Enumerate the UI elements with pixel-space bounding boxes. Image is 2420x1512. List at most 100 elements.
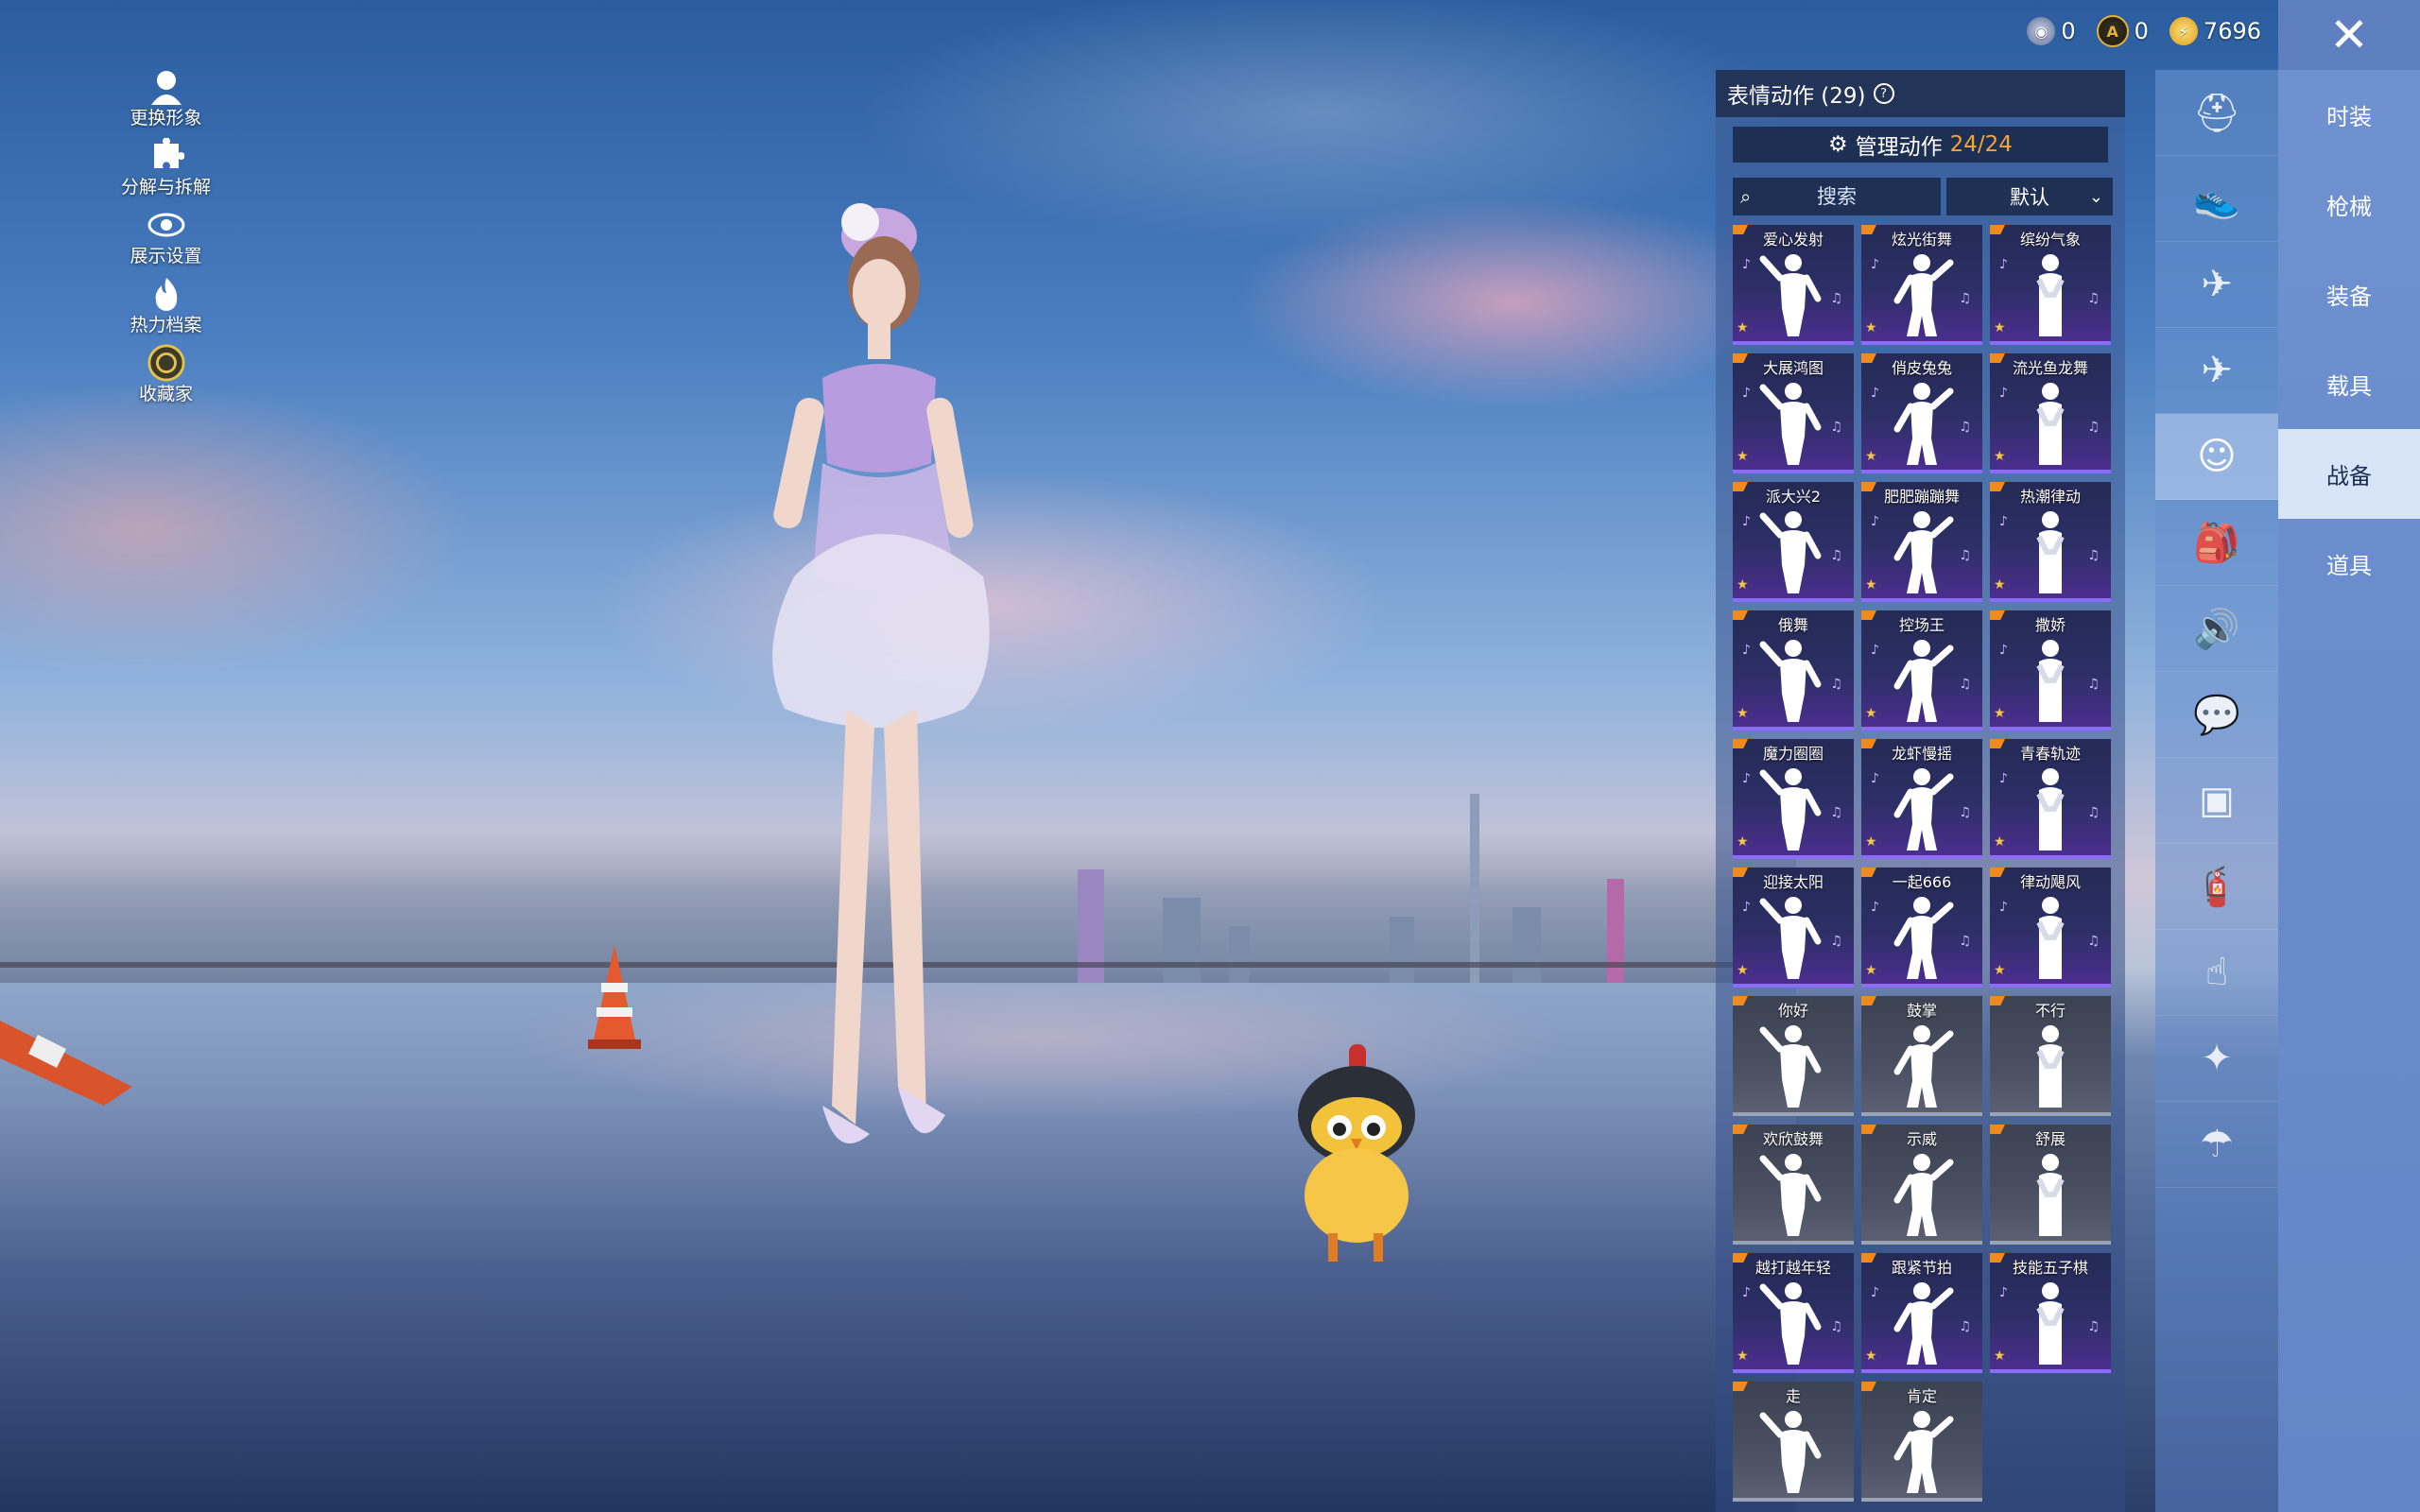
subcategory-icon-rail: ⛑ 👟 ✈ ✈ ☺ 🎒 🔊 💬 ▣ 🧯 ☝ ✦ ☂ (2155, 70, 2278, 1512)
emote-card[interactable]: 迎接太阳 ♪ ♫ ★ (1733, 868, 1854, 988)
emote-card[interactable]: 魔力圈圈 ♪ ♫ ★ (1733, 739, 1854, 859)
star-badge-icon: ★ (1737, 449, 1749, 464)
emote-card[interactable]: 鼓掌 (1861, 996, 1982, 1116)
emote-panel-header: 表情动作 (29) ? (1716, 70, 2125, 117)
emote-figure-icon (2036, 768, 2065, 850)
emote-card[interactable]: 控场王 ♪ ♫ ★ (1861, 610, 1982, 730)
sort-dropdown[interactable]: 默认 ⌄ (1946, 178, 2113, 215)
subcategory-speaker[interactable]: 🔊 (2155, 586, 2278, 672)
close-button[interactable]: ✕ (2278, 0, 2420, 70)
emote-figure-icon (2036, 1154, 2065, 1236)
music-note-icon: ♫ (1830, 934, 1842, 949)
subcategory-gallery[interactable]: ▣ (2155, 758, 2278, 844)
star-badge-icon: ★ (1737, 706, 1749, 721)
emote-card[interactable]: 肯定 (1861, 1382, 1982, 1502)
emote-card[interactable]: 派大兴2 ♪ ♫ ★ (1733, 482, 1854, 602)
music-note-icon: ♫ (2087, 934, 2100, 949)
category-tab[interactable]: 载具 (2278, 339, 2420, 429)
emote-name: 示威 (1906, 1130, 1937, 1148)
star-badge-icon: ★ (1994, 449, 2006, 464)
emote-card[interactable]: 一起666 ♪ ♫ ★ (1861, 868, 1982, 988)
emote-card[interactable]: 缤纷气象 ♪ ♫ ★ (1990, 225, 2111, 345)
emote-name: 越打越年轻 (1754, 1259, 1831, 1277)
emote-card[interactable]: 俄舞 ♪ ♫ ★ (1733, 610, 1854, 730)
category-tab[interactable]: 道具 (2278, 519, 2420, 609)
subcategory-parachute[interactable]: ☂ (2155, 1102, 2278, 1188)
emote-figure-icon (1759, 1282, 1822, 1365)
subcategory-spray[interactable]: 🧯 (2155, 844, 2278, 930)
subcategory-magic-wand[interactable]: ✦ (2155, 1016, 2278, 1102)
emote-card[interactable]: 热潮律动 ♪ ♫ ★ (1990, 482, 2111, 602)
currency-gold[interactable]: A 0 (2096, 15, 2149, 47)
emote-figure-icon (1893, 768, 1954, 850)
currency-silver[interactable]: ◉ 0 (2027, 17, 2076, 45)
emote-card[interactable]: 流光鱼龙舞 ♪ ♫ ★ (1990, 353, 2111, 473)
emote-card[interactable]: 肥肥蹦蹦舞 ♪ ♫ ★ (1861, 482, 1982, 602)
lightning-coin-icon: ⚡ (2169, 17, 2198, 45)
emote-card[interactable]: 爱心发射 ♪ ♫ ★ (1733, 225, 1854, 345)
music-note-icon: ♪ (1742, 514, 1751, 529)
emote-card[interactable]: 青春轨迹 ♪ ♫ ★ (1990, 739, 2111, 859)
emote-name: 技能五子棋 (2012, 1259, 2088, 1277)
emote-card[interactable]: 技能五子棋 ♪ ♫ ★ (1990, 1253, 2111, 1373)
emote-card[interactable]: 你好 (1733, 996, 1854, 1116)
subcategory-plane[interactable]: ✈ (2155, 328, 2278, 414)
emote-card[interactable]: 大展鸿图 ♪ ♫ ★ (1733, 353, 1854, 473)
music-note-icon: ♪ (1871, 386, 1879, 401)
chick-pet (1298, 1044, 1415, 1262)
currency-lightning[interactable]: ⚡ 7696 (2169, 17, 2261, 45)
decompose-button[interactable]: 分解与拆解 (112, 137, 220, 206)
gold-coin-icon: A (2096, 15, 2129, 47)
subcategory-hand-tap[interactable]: ☝ (2155, 930, 2278, 1016)
chat-icon: 💬 (2193, 693, 2240, 737)
music-note-icon: ♫ (2087, 805, 2100, 820)
emote-figure-icon (1893, 1411, 1954, 1493)
collector-button[interactable]: 收藏家 (112, 344, 220, 413)
emote-card[interactable]: 撒娇 ♪ ♫ ★ (1990, 610, 2111, 730)
emote-name: 青春轨迹 (2019, 745, 2081, 763)
category-tab[interactable]: 时装 (2278, 70, 2420, 160)
subcategory-chat[interactable]: 💬 (2155, 672, 2278, 758)
display-settings-button[interactable]: 展示设置 (112, 206, 220, 275)
emote-card[interactable]: 示威 (1861, 1125, 1982, 1245)
subcategory-shoe[interactable]: 👟 (2155, 156, 2278, 242)
emote-name: 律动飓风 (2019, 873, 2081, 891)
search-input[interactable] (1733, 177, 1941, 216)
emote-card[interactable]: 不行 (1990, 996, 2111, 1116)
subcategory-helmet[interactable]: ⛑ (2155, 70, 2278, 156)
emote-figure-icon (1759, 383, 1822, 465)
emote-figure-icon (2036, 1025, 2065, 1108)
emote-card[interactable]: 炫光街舞 ♪ ♫ ★ (1861, 225, 1982, 345)
subcategory-backpack[interactable]: 🎒 (2155, 500, 2278, 586)
category-tab[interactable]: 战备 (2278, 429, 2420, 519)
emote-card[interactable]: 律动飓风 ♪ ♫ ★ (1990, 868, 2111, 988)
manage-emotes-button[interactable]: ⚙ 管理动作 24/24 (1733, 127, 2108, 163)
music-note-icon: ♫ (1959, 548, 1971, 563)
emote-name: 龙虾慢摇 (1891, 745, 1952, 763)
help-icon[interactable]: ? (1873, 83, 1894, 104)
category-tab[interactable]: 枪械 (2278, 160, 2420, 249)
change-appearance-button[interactable]: 更换形象 (112, 68, 220, 137)
emote-name: 跟紧节拍 (1891, 1259, 1952, 1277)
emote-name: 走 (1785, 1387, 1801, 1405)
emote-name: 你好 (1777, 1002, 1808, 1020)
music-note-icon: ♪ (1742, 257, 1751, 272)
category-tab[interactable]: 装备 (2278, 249, 2420, 339)
heat-profile-button[interactable]: 热力档案 (112, 275, 220, 344)
emote-card[interactable]: 舒展 (1990, 1125, 2111, 1245)
emote-figure-icon (1759, 1411, 1822, 1493)
emote-card[interactable]: 欢欣鼓舞 (1733, 1125, 1854, 1245)
music-note-icon: ♪ (1999, 257, 2008, 272)
emote-grid: 爱心发射 ♪ ♫ ★ 炫光街舞 ♪ ♫ ★ 缤纷气象 ♪ ♫ ★ 大展鸿图 ♪ ♫ ★ 俏皮兔兔 ♪ ♫ ★ 流光鱼龙舞… (1733, 225, 2116, 1506)
emote-name: 控场王 (1898, 616, 1945, 634)
subcategory-emote-face[interactable]: ☺ (2155, 414, 2278, 500)
left-side-menu: 更换形象 分解与拆解 展示设置 热力档案 收藏家 (112, 68, 220, 413)
emote-card[interactable]: 跟紧节拍 ♪ ♫ ★ (1861, 1253, 1982, 1373)
emote-card[interactable]: 俏皮兔兔 ♪ ♫ ★ (1861, 353, 1982, 473)
star-badge-icon: ★ (1994, 1349, 2006, 1364)
emote-card[interactable]: 走 (1733, 1382, 1854, 1502)
subcategory-drone[interactable]: ✈ (2155, 242, 2278, 328)
emote-card[interactable]: 越打越年轻 ♪ ♫ ★ (1733, 1253, 1854, 1373)
emote-card[interactable]: 龙虾慢摇 ♪ ♫ ★ (1861, 739, 1982, 859)
chevron-down-icon: ⌄ (2088, 186, 2103, 207)
